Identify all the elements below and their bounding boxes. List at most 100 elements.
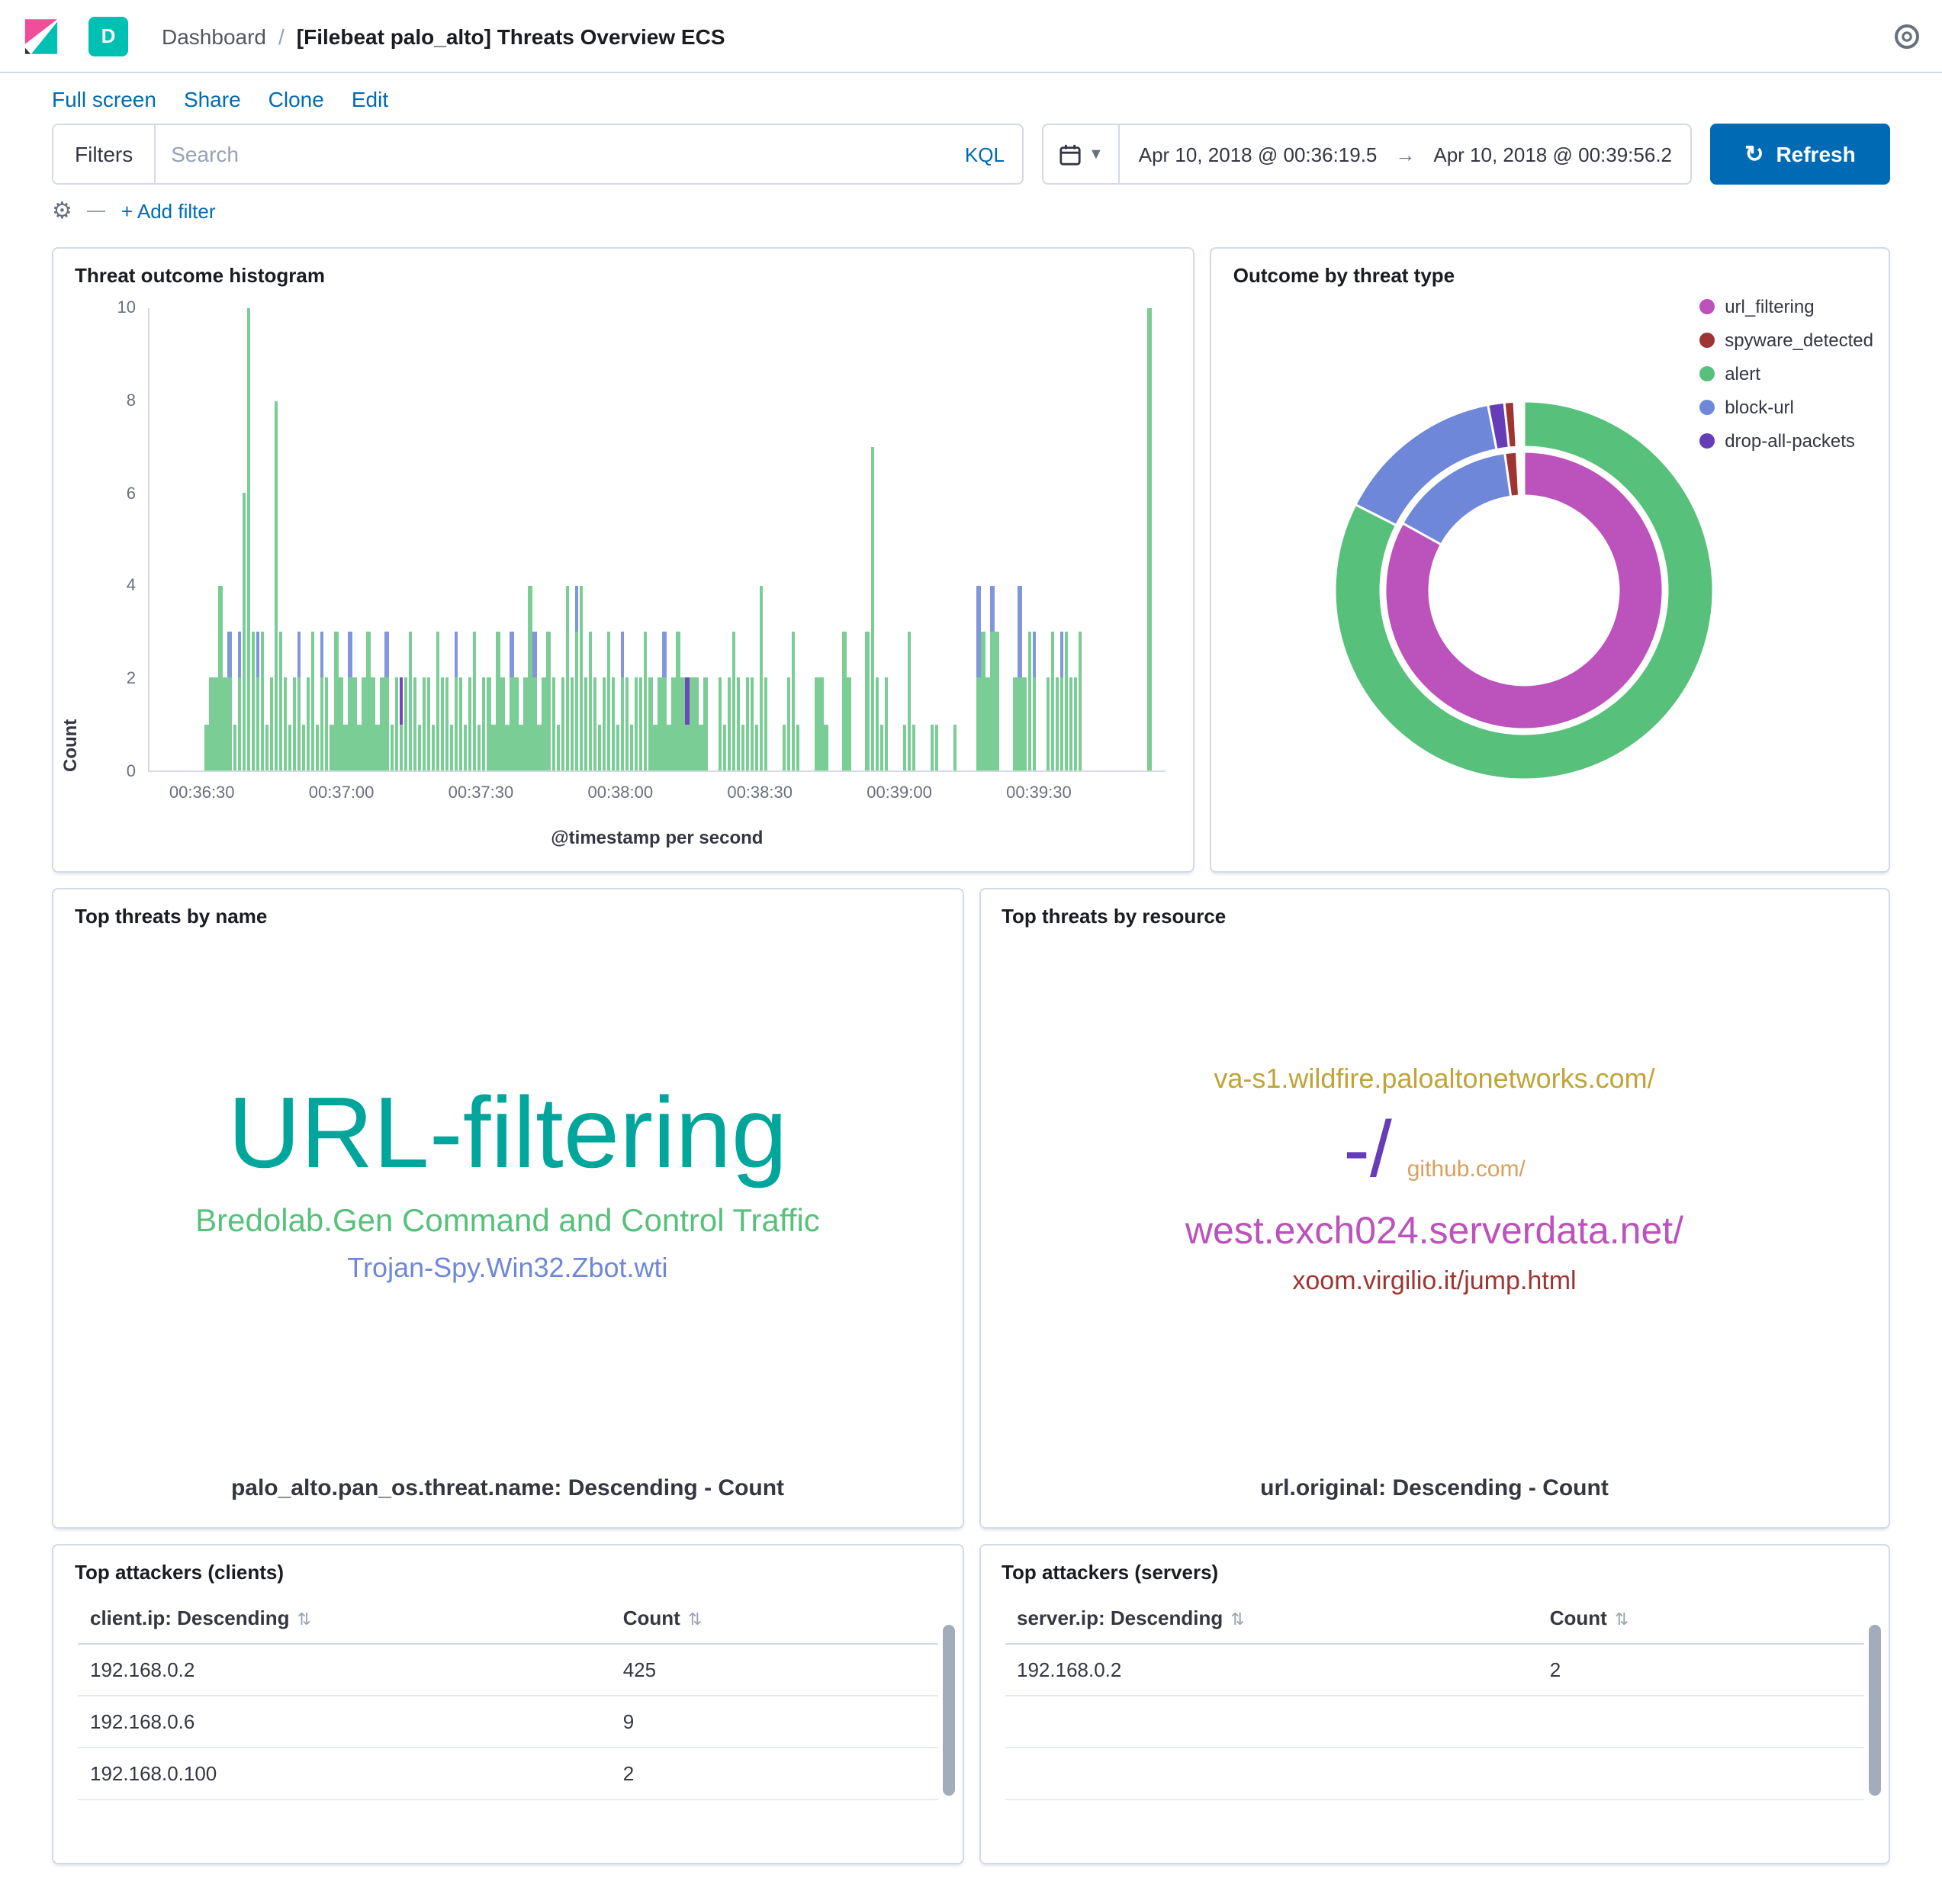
histogram-bar-segment[interactable] [1069, 678, 1073, 770]
help-ring-icon[interactable] [1893, 22, 1921, 50]
histogram-bar-segment[interactable] [589, 632, 593, 770]
histogram-bar-segment[interactable] [307, 678, 310, 770]
histogram-bar-segment[interactable] [320, 632, 324, 678]
histogram-bar-segment[interactable] [1059, 632, 1063, 678]
histogram-bar-segment[interactable] [371, 678, 375, 770]
filters-button[interactable]: Filters [53, 125, 156, 183]
menu-edit[interactable]: Edit [352, 87, 388, 111]
column-header-server-ip[interactable]: server.ip: Descending⇅ [1005, 1593, 1538, 1644]
histogram-bar-segment[interactable] [1046, 678, 1050, 770]
histogram-bar-segment[interactable] [538, 724, 542, 770]
histogram-bar-segment[interactable] [884, 678, 888, 770]
histogram-bar-segment[interactable] [1023, 678, 1027, 770]
histogram-bar-segment[interactable] [390, 724, 394, 770]
histogram-bar-segment[interactable] [593, 678, 597, 770]
histogram-bar-segment[interactable] [237, 678, 241, 770]
dashboard-app-badge[interactable]: D [88, 16, 128, 56]
histogram-bar-segment[interactable] [482, 678, 486, 770]
histogram-bar-segment[interactable] [367, 632, 371, 770]
histogram-bar-segment[interactable] [722, 724, 726, 770]
histogram-bar-segment[interactable] [1079, 632, 1082, 770]
histogram-bar-segment[interactable] [621, 632, 625, 678]
histogram-bar-segment[interactable] [699, 724, 703, 770]
histogram-bar-segment[interactable] [751, 678, 754, 770]
histogram-bar-segment[interactable] [432, 724, 436, 770]
scrollbar[interactable] [942, 1625, 954, 1796]
histogram-bar-segment[interactable] [760, 586, 764, 770]
histogram-bar-segment[interactable] [991, 586, 995, 632]
histogram-bar-segment[interactable] [404, 678, 407, 770]
histogram-bar-segment[interactable] [524, 678, 528, 770]
refresh-button[interactable]: ↻ Refresh [1710, 124, 1890, 185]
histogram-bar-segment[interactable] [824, 724, 828, 770]
histogram-bar-segment[interactable] [343, 724, 347, 770]
histogram-bar-segment[interactable] [348, 632, 352, 678]
histogram-bar-segment[interactable] [533, 678, 537, 770]
histogram-bar-segment[interactable] [796, 724, 800, 770]
histogram-bar-segment[interactable] [1018, 678, 1022, 770]
histogram-bar-segment[interactable] [426, 678, 430, 770]
histogram-bar-segment[interactable] [662, 678, 666, 770]
histogram-bar-segment[interactable] [265, 724, 268, 770]
histogram-bar-segment[interactable] [644, 632, 648, 770]
histogram-bar-segment[interactable] [745, 678, 749, 770]
histogram-bar-segment[interactable] [598, 724, 602, 770]
tag-term[interactable]: Trojan-Spy.Win32.Zbot.wti [347, 1252, 667, 1283]
histogram-bar-segment[interactable] [662, 632, 666, 678]
histogram-bar-segment[interactable] [275, 400, 278, 770]
histogram-bar-segment[interactable] [764, 678, 768, 770]
histogram-bar-segment[interactable] [334, 632, 338, 770]
histogram-bar-segment[interactable] [981, 632, 985, 770]
histogram-bar-segment[interactable] [625, 678, 629, 770]
histogram-bar-segment[interactable] [441, 678, 445, 770]
histogram-bar-segment[interactable] [519, 724, 523, 770]
histogram-bar-segment[interactable] [529, 586, 532, 770]
histogram-bar-segment[interactable] [316, 724, 320, 770]
histogram-bar-segment[interactable] [621, 678, 625, 770]
histogram-bar-segment[interactable] [1050, 632, 1054, 770]
histogram-bar-segment[interactable] [455, 678, 458, 770]
histogram-bar-segment[interactable] [445, 678, 449, 770]
scrollbar[interactable] [1869, 1625, 1881, 1796]
donut-chart[interactable] [1318, 384, 1730, 796]
histogram-bar-segment[interactable] [574, 586, 578, 632]
histogram-bar-segment[interactable] [515, 678, 519, 770]
histogram-bar-segment[interactable] [487, 678, 490, 770]
histogram-bar-segment[interactable] [635, 678, 638, 770]
histogram-bar-segment[interactable] [879, 724, 883, 770]
histogram-bar-segment[interactable] [985, 678, 989, 770]
histogram-bar-segment[interactable] [237, 632, 241, 678]
histogram-bar-segment[interactable] [510, 678, 514, 770]
histogram-bar-segment[interactable] [902, 724, 906, 770]
histogram-bar-segment[interactable] [565, 586, 569, 770]
histogram-bar-segment[interactable] [223, 678, 227, 770]
histogram-bar-segment[interactable] [815, 678, 818, 770]
histogram-bar-segment[interactable] [1074, 678, 1078, 770]
histogram-bar-segment[interactable] [783, 724, 786, 770]
histogram-bar-segment[interactable] [787, 678, 791, 770]
tag-term[interactable]: URL-filtering [228, 1075, 788, 1191]
histogram-bar-segment[interactable] [436, 632, 440, 770]
tag-term[interactable]: west.exch024.serverdata.net/ [1185, 1210, 1683, 1254]
histogram-bar-segment[interactable] [459, 678, 463, 770]
histogram-bar-segment[interactable] [1027, 632, 1031, 770]
histogram-bar-segment[interactable] [736, 678, 740, 770]
histogram-bar-segment[interactable] [353, 678, 357, 770]
breadcrumb-dashboard[interactable]: Dashboard [162, 24, 266, 48]
histogram-bar-segment[interactable] [866, 632, 870, 770]
histogram-bar-segment[interactable] [205, 724, 209, 770]
histogram-bar-segment[interactable] [233, 724, 236, 770]
histogram-bar-segment[interactable] [991, 632, 995, 770]
histogram-bar-segment[interactable] [542, 678, 546, 770]
histogram-bar-segment[interactable] [376, 724, 380, 770]
histogram-bar-segment[interactable] [256, 678, 259, 770]
histogram-bar-segment[interactable] [953, 724, 957, 770]
histogram-bar-segment[interactable] [302, 724, 306, 770]
gear-icon[interactable]: ⚙ [52, 200, 72, 223]
histogram-bar-segment[interactable] [468, 678, 472, 770]
histogram-bar-segment[interactable] [931, 724, 934, 770]
histogram-bar-segment[interactable] [551, 678, 555, 770]
column-header-count[interactable]: Count⇅ [611, 1593, 937, 1644]
histogram-bar-segment[interactable] [584, 678, 587, 770]
histogram-bar-segment[interactable] [214, 678, 218, 770]
